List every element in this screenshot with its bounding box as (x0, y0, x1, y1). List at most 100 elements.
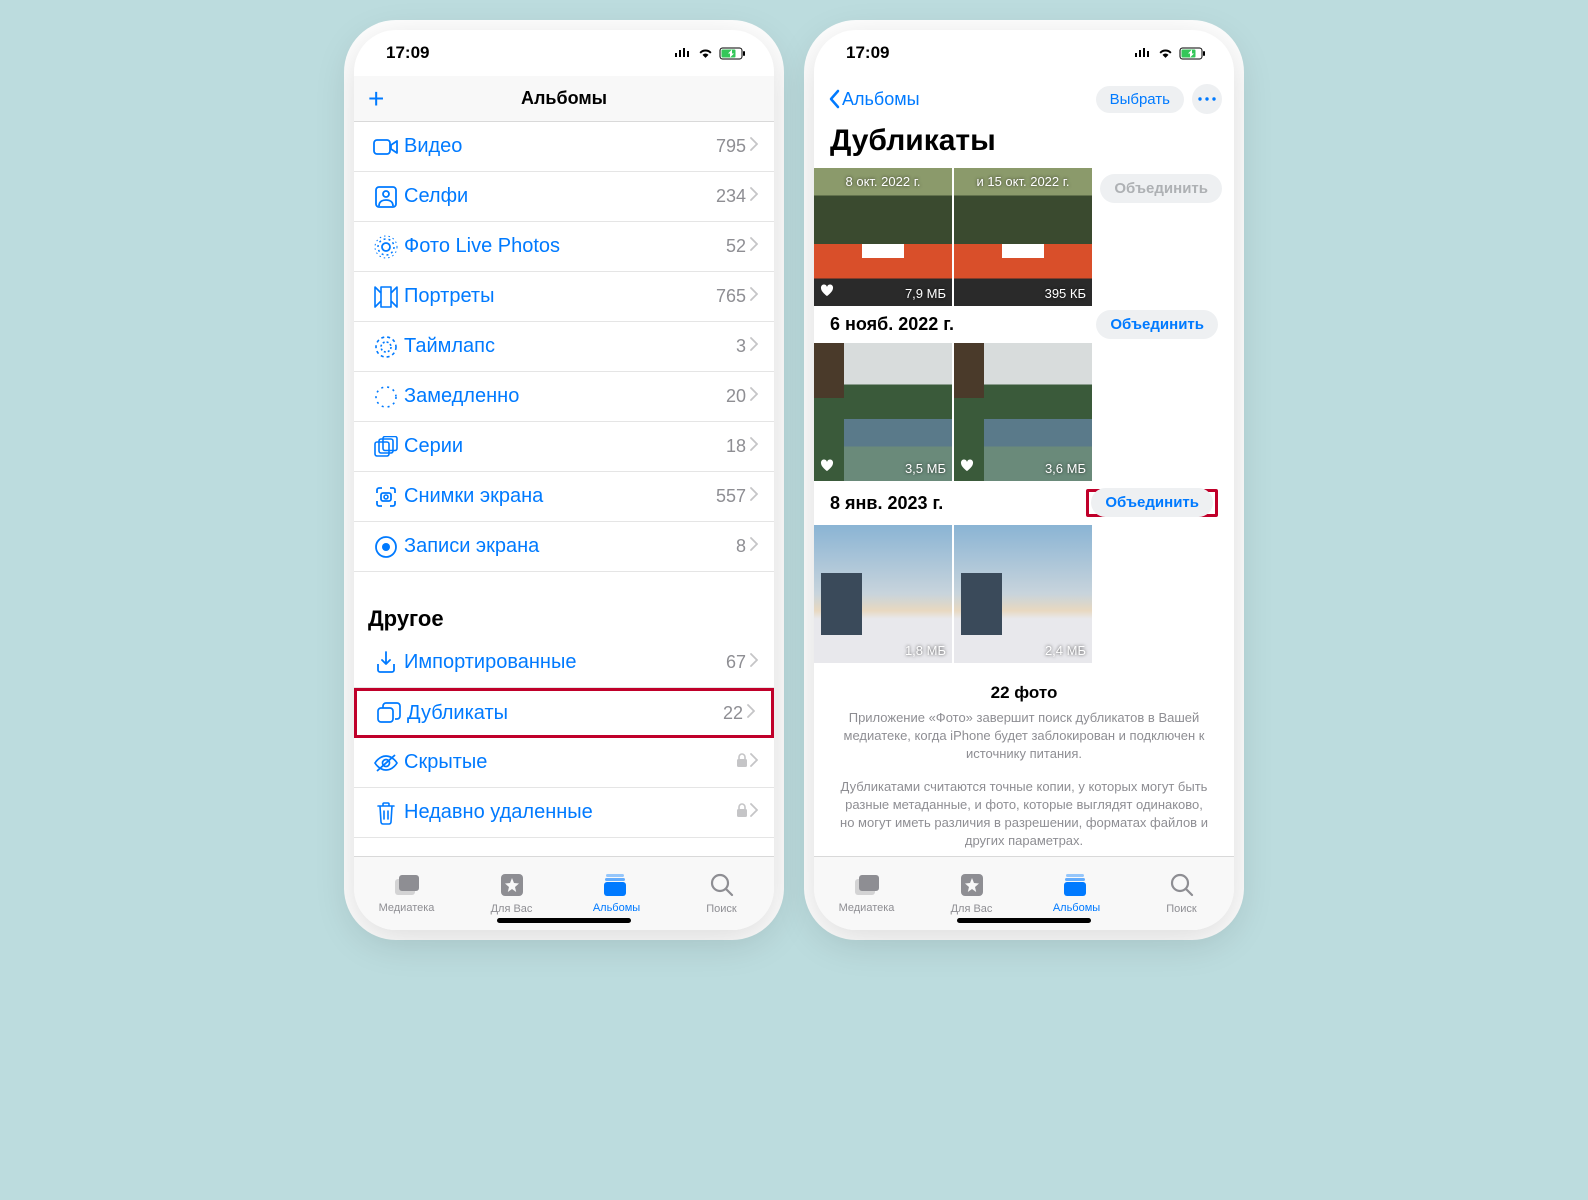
tab-label: Медиатека (839, 902, 895, 914)
photo-thumb[interactable]: 1,8 МБ (814, 525, 952, 663)
home-indicator[interactable] (957, 918, 1091, 923)
albums-list[interactable]: Видео 795 Селфи 234 Фото Live Photos 52 … (354, 122, 774, 856)
thumb-row: 3,5 МБ 3,6 МБ (814, 343, 1234, 481)
album-row-duplicates[interactable]: Дубликаты 22 (354, 688, 774, 738)
album-label: Таймлапс (404, 335, 736, 358)
info-block: 22 фото Приложение «Фото» завершит поиск… (814, 663, 1234, 856)
album-label: Замедленно (404, 385, 726, 408)
album-row-import[interactable]: Импортированные 67 (354, 638, 774, 688)
album-row-burst[interactable]: Серии 18 (354, 422, 774, 472)
favorite-icon (820, 284, 834, 300)
album-row-trash[interactable]: Недавно удаленные (354, 788, 774, 838)
album-row-screenrec[interactable]: Записи экрана 8 (354, 522, 774, 572)
info-text-1: Приложение «Фото» завершит поиск дублика… (838, 709, 1210, 764)
status-icons (674, 47, 746, 60)
album-count: 795 (716, 136, 746, 157)
thumb-row: 1,8 МБ 2,4 МБ (814, 525, 1234, 663)
album-row-slowmo[interactable]: Замедленно 20 (354, 372, 774, 422)
album-label: Снимки экрана (404, 485, 716, 508)
phone-duplicates: 17:09 Альбомы Выбрать Дубликаты 8 окт. 2… (814, 30, 1234, 930)
tab-label: Альбомы (1053, 902, 1100, 914)
tab-library[interactable]: Медиатека (814, 857, 919, 930)
chevron-right-icon (750, 387, 758, 406)
library-icon (853, 873, 881, 900)
album-row-live[interactable]: Фото Live Photos 52 (354, 222, 774, 272)
chevron-right-icon (750, 337, 758, 356)
back-label: Альбомы (842, 89, 920, 110)
tab-library[interactable]: Медиатека (354, 857, 459, 930)
thumb-size: 395 КБ (1045, 286, 1086, 301)
tab-label: Поиск (1166, 903, 1196, 915)
more-button[interactable] (1192, 84, 1222, 114)
album-count: 20 (726, 386, 746, 407)
thumb-size: 3,6 МБ (1045, 461, 1086, 476)
photo-thumb[interactable]: и 15 окт. 2022 г. 395 КБ (954, 168, 1092, 306)
portrait-icon (368, 286, 404, 308)
search-icon (1169, 872, 1195, 901)
add-button[interactable]: + (368, 83, 384, 115)
album-label: Записи экрана (404, 535, 736, 558)
album-label: Скрытые (404, 751, 736, 774)
album-row-timelapse[interactable]: Таймлапс 3 (354, 322, 774, 372)
thumb-date: 8 окт. 2022 г. (814, 174, 952, 189)
tab-label: Медиатека (379, 902, 435, 914)
merge-button[interactable]: Объединить (1100, 174, 1222, 203)
tab-search[interactable]: Поиск (669, 857, 774, 930)
foryou-icon (959, 872, 985, 901)
album-row-portrait[interactable]: Портреты 765 (354, 272, 774, 322)
album-count: 3 (736, 336, 746, 357)
chevron-right-icon (750, 187, 758, 206)
merge-button[interactable]: Объединить (1096, 310, 1218, 339)
merge-button[interactable]: Объединить (1091, 488, 1213, 517)
album-count: 234 (716, 186, 746, 207)
album-row-selfie[interactable]: Селфи 234 (354, 172, 774, 222)
photo-thumb[interactable]: 3,6 МБ (954, 343, 1092, 481)
duplicates-content[interactable]: Дубликаты 8 окт. 2022 г. 7,9 МБ и 15 окт… (814, 122, 1234, 856)
foryou-icon (499, 872, 525, 901)
hidden-icon (368, 753, 404, 773)
album-count: 52 (726, 236, 746, 257)
album-label: Дубликаты (407, 702, 723, 725)
tab-search[interactable]: Поиск (1129, 857, 1234, 930)
section-header-other: Другое (354, 572, 774, 638)
tab-label: Для Вас (491, 903, 533, 915)
favorite-icon (820, 459, 834, 475)
group-date: 8 янв. 2023 г. (830, 493, 943, 514)
chevron-right-icon (750, 653, 758, 672)
thumb-date: и 15 окт. 2022 г. (954, 174, 1092, 189)
screenshot-icon (368, 485, 404, 509)
album-label: Фото Live Photos (404, 235, 726, 258)
album-label: Недавно удаленные (404, 801, 736, 824)
video-icon (368, 137, 404, 157)
tab-label: Альбомы (593, 902, 640, 914)
photo-thumb[interactable]: 8 окт. 2022 г. 7,9 МБ (814, 168, 952, 306)
album-row-hidden[interactable]: Скрытые (354, 738, 774, 788)
thumb-size: 3,5 МБ (905, 461, 946, 476)
album-row-video[interactable]: Видео 795 (354, 122, 774, 172)
slowmo-icon (368, 385, 404, 409)
chevron-right-icon (750, 803, 758, 822)
tab-label: Для Вас (951, 903, 993, 915)
search-icon (709, 872, 735, 901)
home-indicator[interactable] (497, 918, 631, 923)
album-count: 67 (726, 652, 746, 673)
selfie-icon (368, 186, 404, 208)
group-header: 6 нояб. 2022 г. Объединить (814, 306, 1234, 343)
chevron-right-icon (750, 237, 758, 256)
chevron-right-icon (750, 753, 758, 772)
timelapse-icon (368, 335, 404, 359)
album-row-screenshot[interactable]: Снимки экрана 557 (354, 472, 774, 522)
info-title: 22 фото (838, 683, 1210, 703)
back-button[interactable]: Альбомы (828, 89, 920, 110)
lock-icon (736, 753, 748, 773)
burst-icon (368, 436, 404, 458)
duplicate-group: 8 янв. 2023 г. Объединить 1,8 МБ 2,4 МБ (814, 481, 1234, 663)
album-label: Серии (404, 435, 726, 458)
albums-icon (603, 873, 631, 900)
photo-thumb[interactable]: 2,4 МБ (954, 525, 1092, 663)
album-count: 765 (716, 286, 746, 307)
group-date: 6 нояб. 2022 г. (830, 314, 954, 335)
photo-thumb[interactable]: 3,5 МБ (814, 343, 952, 481)
select-button[interactable]: Выбрать (1096, 86, 1184, 113)
album-label: Селфи (404, 185, 716, 208)
